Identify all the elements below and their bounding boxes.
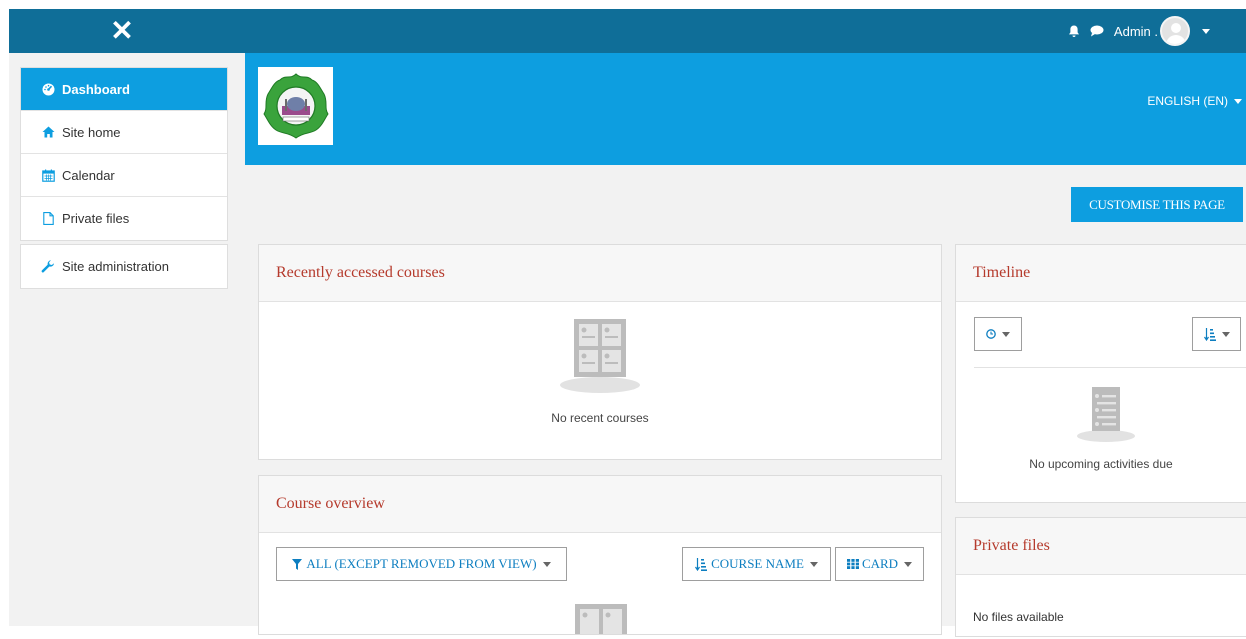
block-title: Timeline <box>956 245 1246 302</box>
language-label: ENGLISH (EN) <box>1147 94 1228 108</box>
course-sort-dropdown[interactable]: COURSE NAME <box>682 547 831 581</box>
course-view-dropdown[interactable]: CARD <box>835 547 924 581</box>
empty-timeline-icon <box>1076 387 1136 448</box>
customise-page-button[interactable]: CUSTOMISE THIS PAGE <box>1071 187 1243 222</box>
dashboard-icon <box>40 83 56 96</box>
sidebar-item-site-administration[interactable]: Site administration <box>21 245 227 288</box>
page-header <box>245 53 1246 165</box>
block-title: Recently accessed courses <box>259 245 941 302</box>
view-label: CARD <box>861 556 899 571</box>
top-navbar: ✕ Admin . <box>9 9 1246 53</box>
timeline-divider <box>974 367 1246 368</box>
empty-courses-icon <box>575 604 627 639</box>
sidebar-item-private-files[interactable]: Private files <box>21 197 227 240</box>
sort-icon <box>1203 327 1216 341</box>
sidebar-item-label: Site administration <box>62 259 169 274</box>
recent-courses-block: Recently accessed courses No recent cour… <box>258 244 942 460</box>
wrench-icon <box>40 259 56 274</box>
timeline-block: Timeline No upcoming activities due <box>955 244 1246 503</box>
file-icon <box>40 212 56 225</box>
avatar[interactable] <box>1160 16 1190 46</box>
sidebar-item-label: Private files <box>62 211 130 226</box>
filter-icon <box>292 558 303 570</box>
empty-courses-icon <box>559 319 641 400</box>
empty-message: No upcoming activities due <box>1029 457 1173 471</box>
chevron-down-icon <box>1221 331 1230 337</box>
bell-icon[interactable] <box>1068 25 1080 38</box>
sidebar-nav: Dashboard Site home Calendar Private fil… <box>20 67 228 241</box>
sort-label: COURSE NAME <box>711 556 804 571</box>
timeline-sort-dropdown[interactable] <box>1192 317 1241 351</box>
language-menu[interactable]: ENGLISH (EN) <box>1147 94 1242 108</box>
block-title: Private files <box>956 518 1246 575</box>
close-drawer-icon[interactable]: ✕ <box>107 17 137 45</box>
empty-message: No files available <box>973 610 1064 624</box>
course-filter-dropdown[interactable]: ALL (EXCEPT REMOVED FROM VIEW) <box>276 547 567 581</box>
chevron-down-icon <box>809 561 818 567</box>
sort-icon <box>695 557 708 571</box>
sidebar-item-label: Calendar <box>62 167 115 183</box>
user-name[interactable]: Admin . <box>1114 24 1158 39</box>
chevron-down-icon <box>1002 331 1010 337</box>
block-title: Course overview <box>259 476 941 533</box>
site-logo[interactable] <box>258 67 333 145</box>
empty-message: No recent courses <box>551 411 649 425</box>
sidebar-item-label: Dashboard <box>62 81 130 97</box>
home-icon <box>40 126 56 138</box>
chevron-down-icon <box>542 561 551 567</box>
sidebar-item-label: Site home <box>62 124 121 140</box>
grid-icon <box>846 559 859 569</box>
timeline-filter-dropdown[interactable] <box>974 317 1022 351</box>
chevron-down-icon <box>904 561 913 567</box>
clock-icon <box>986 329 996 339</box>
chevron-down-icon[interactable] <box>1202 28 1210 34</box>
sidebar-item-dashboard[interactable]: Dashboard <box>21 68 227 111</box>
calendar-icon <box>40 169 56 182</box>
sidebar-admin: Site administration <box>20 244 228 289</box>
chevron-down-icon <box>1234 98 1242 104</box>
sidebar-item-calendar[interactable]: Calendar <box>21 154 227 197</box>
chat-icon[interactable] <box>1090 25 1104 37</box>
filter-label: ALL (EXCEPT REMOVED FROM VIEW) <box>306 556 537 571</box>
logo-emblem-icon <box>262 73 329 139</box>
private-files-block: Private files No files available <box>955 517 1246 637</box>
user-menu-area: Admin . <box>1068 9 1210 53</box>
sidebar-item-site-home[interactable]: Site home <box>21 111 227 154</box>
